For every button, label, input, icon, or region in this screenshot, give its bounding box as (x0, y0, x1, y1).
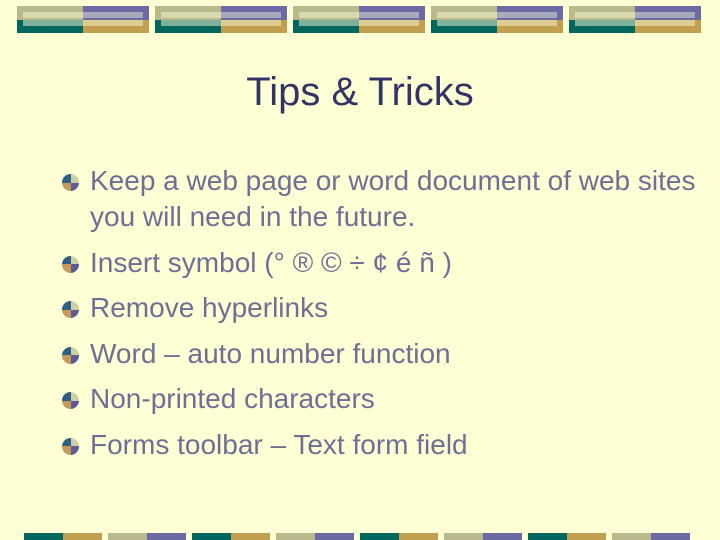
bullet-list: Keep a web page or word document of web … (62, 163, 702, 472)
bullet-item: Insert symbol (° ® © ÷ ¢ é ñ ) (62, 245, 702, 281)
bottom-decorative-block (528, 533, 606, 540)
bullet-text: Word – auto number function (90, 337, 451, 369)
bullet-item: Remove hyperlinks (62, 290, 702, 326)
quartered-circle-bullet-icon (62, 301, 79, 318)
bullet-item: Word – auto number function (62, 336, 702, 372)
quartered-circle-bullet-icon (62, 437, 79, 455)
bullet-text: Forms toolbar – Text form field (90, 428, 468, 460)
bottom-decorative-block (24, 533, 102, 540)
top-decorative-block (293, 6, 425, 33)
quartered-circle-bullet-icon (62, 346, 79, 364)
top-decorative-band (0, 0, 720, 40)
bottom-decorative-block (612, 533, 690, 540)
bottom-decorative-block (108, 533, 186, 540)
slide-title: Tips & Tricks (246, 70, 474, 114)
bottom-decorative-block (360, 533, 438, 540)
bullet-text: Keep a web page or word document of web … (90, 165, 696, 232)
bullet-item: Forms toolbar – Text form field (62, 427, 702, 463)
top-decorative-block (155, 6, 287, 33)
quartered-circle-bullet-icon (62, 392, 79, 409)
bullet-item: Keep a web page or word document of web … (62, 163, 702, 235)
bottom-decorative-band (0, 533, 720, 540)
bottom-decorative-block (276, 533, 354, 540)
bullet-item: Non-printed characters (62, 381, 702, 417)
top-decorative-block (431, 6, 563, 33)
bottom-decorative-block (444, 533, 522, 540)
top-decorative-block (569, 6, 701, 33)
bullet-text: Non-printed characters (90, 383, 375, 414)
top-decorative-block (17, 6, 149, 33)
bullet-text: Remove hyperlinks (90, 292, 329, 323)
quartered-circle-bullet-icon (62, 174, 79, 191)
quartered-circle-bullet-icon (62, 255, 79, 273)
bullet-text: Insert symbol (° ® © ÷ ¢ é ñ ) (90, 246, 452, 278)
bottom-decorative-block (192, 533, 270, 540)
